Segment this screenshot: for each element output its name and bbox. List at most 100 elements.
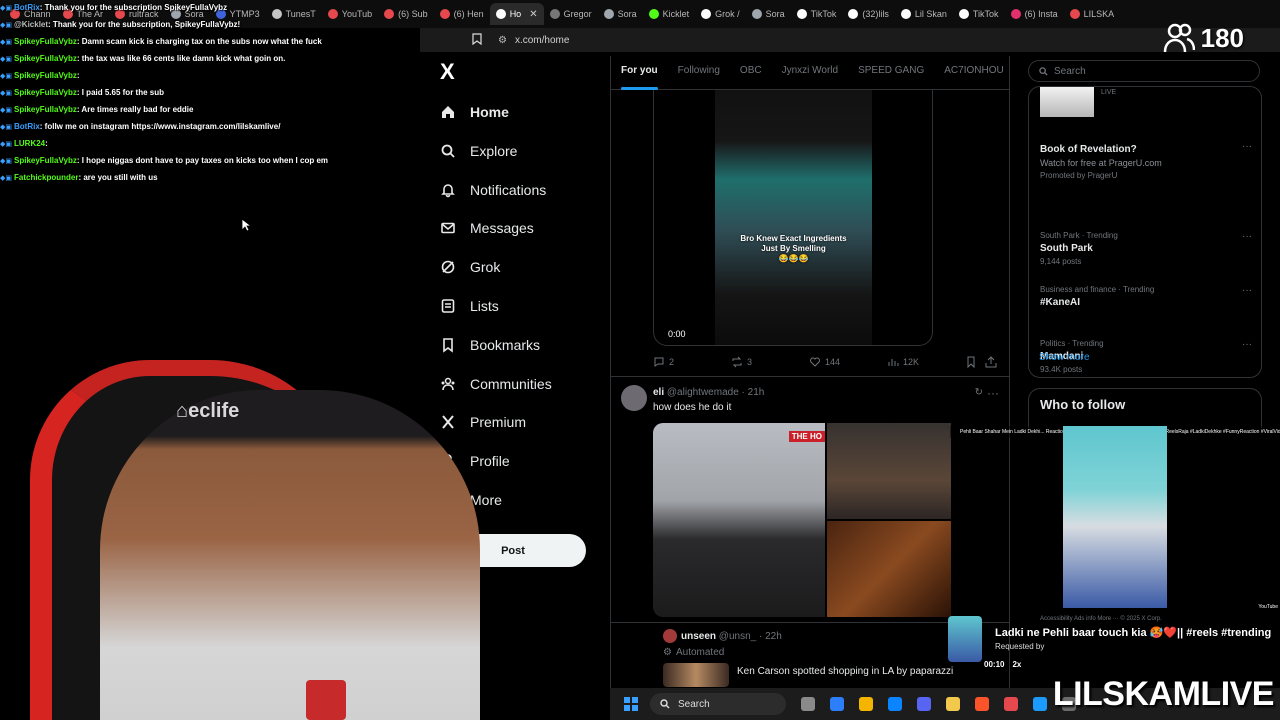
chat-badge-icon: ◆▣ (0, 39, 12, 46)
feed-tab[interactable]: For you (621, 56, 658, 90)
browser-tab[interactable]: Grok / (695, 3, 746, 25)
chat-username[interactable]: SpikeyFullaVybz (14, 105, 77, 114)
taskbar-app-icon[interactable] (946, 697, 960, 711)
link-thumbnail[interactable] (663, 663, 729, 687)
more-icon[interactable]: ··· (1242, 339, 1252, 350)
more-icon[interactable]: ··· (1242, 231, 1252, 242)
nav-item-grok[interactable]: Grok (440, 255, 500, 279)
taskbar-app-icon[interactable] (1033, 697, 1047, 711)
bookmark-star-icon[interactable] (472, 32, 482, 48)
stream-chat: ◆▣ BotRix: Thank you for the subscription… (0, 0, 420, 187)
chat-username[interactable]: BotRix (14, 122, 40, 131)
site-settings-icon[interactable]: ⚙ (498, 35, 507, 46)
avatar[interactable] (621, 385, 647, 411)
chat-username[interactable]: SpikeyFullaVybz (14, 71, 77, 80)
chat-username[interactable]: SpikeyFullaVybz (14, 37, 77, 46)
chat-username[interactable]: BotRix (14, 3, 40, 12)
taskbar-app-icon[interactable] (888, 697, 902, 711)
feed-tab[interactable]: OBC (740, 56, 762, 90)
nav-item-messages[interactable]: Messages (440, 216, 534, 240)
like-button[interactable]: 144 (809, 356, 887, 368)
show-more-link[interactable]: Show more (1039, 352, 1090, 363)
browser-tab[interactable]: Lil Skan (895, 3, 953, 25)
more-icon[interactable]: ··· (987, 386, 999, 400)
chat-username[interactable]: SpikeyFullaVybz (14, 88, 77, 97)
browser-tab[interactable]: TikTok (953, 3, 1005, 25)
tab-favicon-icon (701, 9, 712, 19)
taskbar-app-icon[interactable] (830, 697, 844, 711)
media-image-1[interactable]: THE HO (653, 423, 825, 617)
nav-item-home[interactable]: Home (440, 100, 509, 124)
browser-tab[interactable]: (6) Hen (434, 3, 490, 25)
tab-favicon-icon (648, 9, 659, 19)
chat-username[interactable]: Fatchickpounder (14, 173, 78, 182)
browser-tab[interactable]: LILSKA (1064, 3, 1121, 25)
reply-button[interactable]: 2 (653, 356, 731, 368)
url-text[interactable]: x.com/home (515, 35, 569, 46)
ad-thumbnail[interactable] (1040, 87, 1094, 117)
trend-item[interactable]: South Park · Trending South Park 9,144 pos… (1040, 231, 1252, 266)
grok-icon (440, 259, 456, 275)
address-bar[interactable]: ⚙ x.com/home (420, 28, 1280, 52)
browser-tab[interactable]: Ho ✕ (489, 3, 544, 25)
feed-tab[interactable]: SPEED GANG (858, 56, 924, 90)
chat-username[interactable]: SpikeyFullaVybz (14, 156, 77, 165)
tweet-media[interactable]: THE HO (653, 423, 993, 617)
chat-username[interactable]: LURK24 (14, 139, 45, 148)
views-button[interactable]: 12K (887, 356, 965, 368)
chat-badge-icon: ◆▣ (0, 107, 12, 114)
share-button[interactable] (985, 356, 997, 368)
nav-item-lists[interactable]: Lists (440, 294, 499, 318)
browser-tab[interactable]: Sora (598, 3, 643, 25)
feed-tab[interactable]: Jynxzi World (782, 56, 839, 90)
browser-tab[interactable]: (6) Insta (1005, 3, 1064, 25)
trend-count: 93.4K posts (1040, 365, 1083, 374)
tab-close-icon[interactable]: ✕ (529, 9, 537, 20)
taskbar-app-icon[interactable] (975, 697, 989, 711)
video-player[interactable]: Bro Knew Exact Ingredients Just By Smell… (653, 90, 933, 346)
tweet-author-handle[interactable]: @alightwemade · 21h (667, 387, 764, 398)
taskbar-app-icon[interactable] (801, 697, 815, 711)
x-logo-icon[interactable]: X (440, 61, 460, 83)
tweet-author-handle[interactable]: @unsn_ · 22h (719, 631, 782, 642)
taskbar-app-icon[interactable] (1004, 697, 1018, 711)
like-count: 144 (825, 357, 841, 367)
windows-start-icon[interactable] (624, 697, 638, 711)
trend-item[interactable]: Business and finance · Trending #KaneAI ··… (1040, 285, 1252, 311)
nav-item-notifications[interactable]: Notifications (440, 178, 546, 202)
tab-favicon-icon (958, 9, 969, 19)
browser-tab[interactable]: TikTok (791, 3, 843, 25)
trends-panel: LIVE Book of Revelation? Watch for free … (1028, 86, 1262, 378)
chat-message: ◆▣ BotRix: Thank you for the subscription… (0, 0, 420, 17)
avatar[interactable] (663, 629, 677, 643)
chat-username[interactable]: @Kicklet (14, 20, 48, 29)
ad-item[interactable]: Book of Revelation? Watch for free at Pr… (1040, 141, 1252, 180)
taskbar-app-icon[interactable] (917, 697, 931, 711)
video-time: 0:00 (668, 329, 686, 339)
taskbar-search[interactable]: Search (650, 693, 786, 715)
browser-tab[interactable]: Kicklet (643, 3, 696, 25)
search-input[interactable]: Search (1028, 60, 1260, 82)
repost-button[interactable]: 3 (731, 356, 809, 368)
browser-tab[interactable]: Sora (746, 3, 791, 25)
browser-tab[interactable]: Gregor (544, 3, 598, 25)
taskbar-app-icon[interactable] (859, 697, 873, 711)
chat-text: : Thank you for the subscription SpikeyF… (39, 3, 228, 12)
tab-label: (6) Insta (1024, 9, 1058, 19)
tweet-author-name[interactable]: unseen (681, 631, 716, 642)
feed-tab[interactable]: AC7IONHOU (944, 56, 1003, 90)
chat-badge-icon: ◆▣ (0, 141, 12, 148)
tweet-author-name[interactable]: eli (653, 387, 664, 398)
media-image-3[interactable] (827, 521, 951, 617)
chat-badge-icon: ◆▣ (0, 124, 12, 131)
browser-tab[interactable]: (32)lils (842, 3, 895, 25)
bookmark-button[interactable] (965, 356, 985, 368)
now-playing: Ladki ne Pehli baar touch kia 🥵❤️|| #ree… (948, 616, 1280, 672)
media-image-2[interactable] (827, 423, 951, 519)
grok-icon[interactable]: ↻ (975, 387, 983, 398)
more-icon[interactable]: ··· (1242, 285, 1252, 296)
chat-username[interactable]: SpikeyFullaVybz (14, 54, 77, 63)
nav-item-explore[interactable]: Explore (440, 139, 517, 163)
more-icon[interactable]: ··· (1242, 141, 1252, 152)
feed-tab[interactable]: Following (678, 56, 720, 90)
